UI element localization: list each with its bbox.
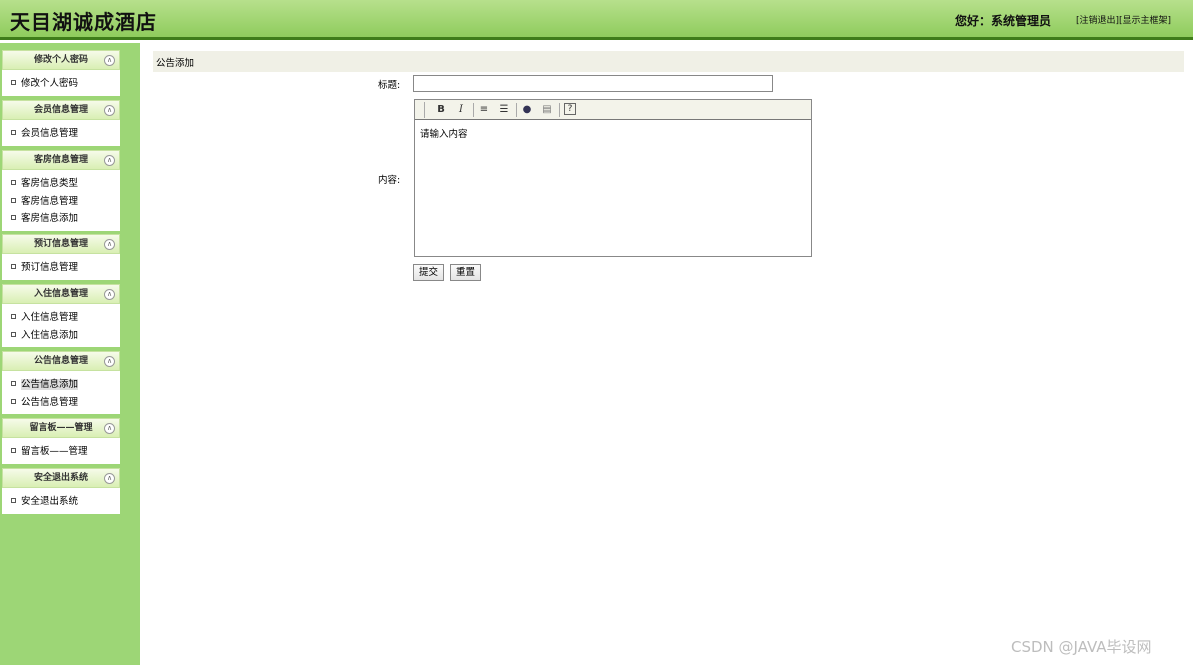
- collapse-icon[interactable]: ∧: [104, 239, 115, 250]
- content-header: 公告添加: [153, 51, 1184, 72]
- menu-item-room-type[interactable]: 客房信息类型: [2, 175, 120, 193]
- bullet-icon: [11, 381, 16, 386]
- collapse-icon[interactable]: ∧: [104, 289, 115, 300]
- menu-group-logout: 安全退出系统 ∧ 安全退出系统: [2, 468, 120, 514]
- link-icon[interactable]: ●: [520, 103, 534, 117]
- menu-group-header[interactable]: 客房信息管理 ∧: [2, 150, 120, 170]
- menu-item-notice-add[interactable]: 公告信息添加: [2, 376, 120, 394]
- toolbar-grip: [424, 102, 425, 118]
- bold-icon[interactable]: B: [434, 103, 448, 117]
- menu-group-header[interactable]: 公告信息管理 ∧: [2, 351, 120, 371]
- menu-item-checkin-add[interactable]: 入住信息添加: [2, 327, 120, 345]
- menu-item-guestbook-manage[interactable]: 留言板——管理: [2, 443, 120, 461]
- title-input[interactable]: [413, 75, 773, 92]
- menu-group-title: 预订信息管理: [33, 239, 88, 249]
- content-label: 内容:: [378, 175, 401, 186]
- menu-group-title: 入住信息管理: [33, 289, 88, 299]
- menu-group-password: 修改个人密码 ∧ 修改个人密码: [2, 50, 120, 96]
- editor-content[interactable]: 请输入内容: [415, 120, 811, 146]
- menu-item-member-manage[interactable]: 会员信息管理: [2, 125, 120, 143]
- menu-item-notice-manage[interactable]: 公告信息管理: [2, 394, 120, 412]
- site-title: 天目湖诚成酒店: [10, 10, 157, 34]
- watermark: CSDN @JAVA毕设网: [1011, 638, 1152, 656]
- ordered-list-icon[interactable]: ≡: [477, 103, 491, 117]
- page-title: 公告添加: [156, 58, 195, 69]
- collapse-icon[interactable]: ∧: [104, 423, 115, 434]
- menu-group-notice: 公告信息管理 ∧ 公告信息添加 公告信息管理: [2, 351, 120, 414]
- menu-item-room-add[interactable]: 客房信息添加: [2, 210, 120, 228]
- menu-group-booking: 预订信息管理 ∧ 预订信息管理: [2, 234, 120, 280]
- collapse-icon[interactable]: ∧: [104, 55, 115, 66]
- rich-text-editor: B I ≡ ☰ ● ▤ ? 请输入内容: [414, 99, 812, 257]
- menu-group-room: 客房信息管理 ∧ 客房信息类型 客房信息管理 客房信息添加: [2, 150, 120, 231]
- menu-item-safe-logout[interactable]: 安全退出系统: [2, 493, 120, 511]
- menu-group-header[interactable]: 预订信息管理 ∧: [2, 234, 120, 254]
- menu-group-checkin: 入住信息管理 ∧ 入住信息管理 入住信息添加: [2, 284, 120, 347]
- menu-group-header[interactable]: 修改个人密码 ∧: [2, 50, 120, 70]
- menu-item-booking-manage[interactable]: 预订信息管理: [2, 259, 120, 277]
- bullet-icon: [11, 448, 16, 453]
- bullet-icon: [11, 314, 16, 319]
- bullet-icon: [11, 130, 16, 135]
- menu-group-title: 修改个人密码: [33, 55, 88, 65]
- menu-group-header[interactable]: 安全退出系统 ∧: [2, 468, 120, 488]
- menu-group-guestbook: 留言板——管理 ∧ 留言板——管理: [2, 418, 120, 464]
- unordered-list-icon[interactable]: ☰: [497, 103, 511, 117]
- collapse-icon[interactable]: ∧: [104, 105, 115, 116]
- menu-group-header[interactable]: 入住信息管理 ∧: [2, 284, 120, 304]
- bullet-icon: [11, 80, 16, 85]
- top-header: 天目湖诚成酒店 您好：系统管理员 [注销退出][显示主框架]: [0, 0, 1193, 40]
- editor-toolbar: B I ≡ ☰ ● ▤ ?: [415, 100, 811, 120]
- menu-group-title: 留言板——管理: [29, 423, 93, 433]
- bullet-icon: [11, 180, 16, 185]
- menu-group-title: 会员信息管理: [33, 105, 88, 115]
- collapse-icon[interactable]: ∧: [104, 473, 115, 484]
- show-frame-link[interactable]: [显示主框架]: [1119, 16, 1171, 26]
- menu-item-change-password[interactable]: 修改个人密码: [2, 75, 120, 93]
- menu-group-header[interactable]: 会员信息管理 ∧: [2, 100, 120, 120]
- menu-group-member: 会员信息管理 ∧ 会员信息管理: [2, 100, 120, 146]
- menu-item-checkin-manage[interactable]: 入住信息管理: [2, 309, 120, 327]
- menu-group-title: 客房信息管理: [33, 155, 88, 165]
- logout-link[interactable]: [注销退出]: [1076, 16, 1119, 26]
- sidebar: 修改个人密码 ∧ 修改个人密码 会员信息管理 ∧ 会员信息管理 客房信息管理 ∧…: [0, 43, 140, 665]
- collapse-icon[interactable]: ∧: [104, 155, 115, 166]
- title-label: 标题:: [378, 80, 401, 91]
- collapse-icon[interactable]: ∧: [104, 356, 115, 367]
- menu-group-header[interactable]: 留言板——管理 ∧: [2, 418, 120, 438]
- submit-button[interactable]: 提交: [413, 264, 444, 281]
- bullet-icon: [11, 264, 16, 269]
- header-links: [注销退出][显示主框架]: [1076, 13, 1171, 26]
- image-icon[interactable]: ▤: [540, 103, 554, 117]
- bullet-icon: [11, 398, 16, 404]
- reset-button[interactable]: 重置: [450, 264, 481, 281]
- bullet-icon: [11, 498, 16, 503]
- italic-icon[interactable]: I: [454, 103, 468, 117]
- bullet-icon: [11, 215, 16, 220]
- bullet-icon: [11, 331, 16, 337]
- help-icon[interactable]: ?: [564, 103, 576, 115]
- menu-group-title: 安全退出系统: [33, 473, 88, 483]
- bullet-icon: [11, 197, 16, 203]
- menu-group-title: 公告信息管理: [33, 356, 88, 366]
- menu-item-room-manage[interactable]: 客房信息管理: [2, 193, 120, 211]
- greeting-text: 您好：系统管理员: [955, 14, 1052, 28]
